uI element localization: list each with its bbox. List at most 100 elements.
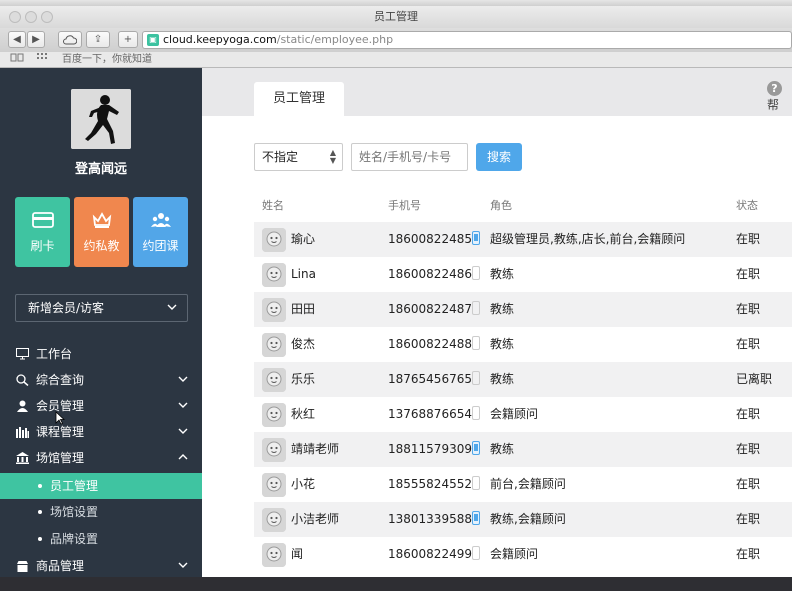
brand-name: 登高闻远 <box>74 162 127 177</box>
employee-status: 在职 <box>736 302 761 316</box>
employee-role: 教练 <box>490 442 515 456</box>
column-header-name: 姓名 <box>262 199 284 212</box>
title-bar: 员工管理 <box>0 6 792 28</box>
employee-phone: 18811579309 <box>388 442 472 456</box>
employee-role: 教练,会籍顾问 <box>490 512 566 526</box>
window-title: 员工管理 <box>374 10 418 23</box>
bookmark-baidu[interactable]: 百度一下，你就知道 <box>62 52 152 68</box>
table-row[interactable]: 田田 18600822487 教练 在职 <box>254 292 792 327</box>
employee-phone: 13801339588 <box>388 512 472 526</box>
column-header-status: 状态 <box>736 199 758 212</box>
employee-phone: 18600822487 <box>388 302 472 316</box>
reading-list-icon[interactable] <box>10 52 24 68</box>
swipe-card-label: 刷卡 <box>30 239 55 253</box>
new-tab-button[interactable]: + <box>118 31 138 48</box>
venue-icon <box>16 452 29 464</box>
avatar <box>262 333 286 357</box>
employee-phone: 18600822485 <box>388 232 472 246</box>
help-link[interactable]: ?帮 <box>767 81 792 113</box>
table-row[interactable]: Lina 18600822486 教练 在职 <box>254 257 792 292</box>
nav-members[interactable]: 会员管理 <box>0 393 202 419</box>
table-row[interactable]: 小花 18555824552 前台,会籍顾问 在职 <box>254 467 792 502</box>
nav-venue[interactable]: 场馆管理 <box>0 445 202 471</box>
employee-role: 会籍顾问 <box>490 547 539 561</box>
nav-products-label: 商品管理 <box>36 559 85 573</box>
table-row[interactable]: 瑜心 18600822485 超级管理员,教练,店长,前台,会籍顾问 在职 <box>254 222 792 257</box>
swipe-card-button[interactable]: 刷卡 <box>15 197 70 267</box>
tab-strip: 员工管理 ?帮 <box>202 68 792 116</box>
phone-icon <box>472 266 480 280</box>
employee-name[interactable]: 小洁老师 <box>291 502 339 537</box>
book-group-button[interactable]: 约团课 <box>133 197 188 267</box>
avatar <box>262 543 286 567</box>
share-button[interactable]: ⇪ <box>86 31 110 48</box>
employee-status: 在职 <box>736 267 761 281</box>
nav-workbench[interactable]: 工作台 <box>0 341 202 367</box>
tab-employee-management[interactable]: 员工管理 <box>254 82 344 116</box>
url-bar[interactable]: ▣ cloud.keepyoga.com/static/employee.php <box>142 31 792 49</box>
employee-role: 教练 <box>490 302 515 316</box>
employee-phone: 18600822488 <box>388 337 472 351</box>
phone-icon <box>472 231 480 245</box>
role-filter-select[interactable]: 不指定 ▲ ▼ <box>254 143 343 171</box>
search-input[interactable]: 姓名/手机号/卡号 <box>351 143 468 171</box>
employee-name[interactable]: 俊杰 <box>291 327 315 362</box>
column-header-phone: 手机号 <box>388 199 421 212</box>
minimize-window-button[interactable] <box>25 11 37 23</box>
employee-name[interactable]: 乐乐 <box>291 362 315 397</box>
table-row[interactable]: 秋红 13768876654 会籍顾问 在职 <box>254 397 792 432</box>
avatar <box>262 403 286 427</box>
table-row[interactable]: 俊杰 18600822488 教练 在职 <box>254 327 792 362</box>
employee-name[interactable]: 小花 <box>291 467 315 502</box>
table-row[interactable]: 乐乐 18765456765 教练 已离职 <box>254 362 792 397</box>
phone-icon <box>472 301 480 315</box>
shop-icon <box>17 561 28 572</box>
chevron-down-icon <box>178 428 188 434</box>
chevron-up-icon <box>178 454 188 460</box>
zoom-window-button[interactable] <box>41 11 53 23</box>
phone-icon <box>472 511 480 525</box>
nav-sub-venue-settings-label: 场馆设置 <box>50 505 99 519</box>
top-sites-icon[interactable] <box>36 52 48 68</box>
role-filter-value: 不指定 <box>262 150 299 164</box>
nav-search[interactable]: 综合查询 <box>0 367 202 393</box>
avatar <box>262 298 286 322</box>
bullet-icon <box>38 484 42 488</box>
nav-sub-venue-settings[interactable]: 场馆设置 <box>0 499 202 525</box>
nav-sub-employees[interactable]: 员工管理 <box>0 473 202 499</box>
nav-products[interactable]: 商品管理 <box>0 553 202 577</box>
forward-button[interactable]: ▶ <box>27 31 45 48</box>
cloud-icon[interactable] <box>58 31 82 48</box>
employee-name[interactable]: 闻 <box>291 537 303 572</box>
employee-phone: 18600822486 <box>388 267 472 281</box>
employee-status: 在职 <box>736 477 761 491</box>
group-icon <box>150 213 171 227</box>
book-private-label: 约私教 <box>83 239 120 253</box>
avatar <box>262 438 286 462</box>
close-window-button[interactable] <box>9 11 21 23</box>
search-button[interactable]: 搜索 <box>476 143 522 171</box>
user-icon <box>17 400 28 412</box>
employee-name[interactable]: 田田 <box>291 292 315 327</box>
bullet-icon <box>38 510 42 514</box>
column-header-role: 角色 <box>490 199 512 212</box>
employee-status: 在职 <box>736 442 761 456</box>
search-icon <box>16 374 29 386</box>
avatar <box>262 228 286 252</box>
nav-sub-brand-settings[interactable]: 品牌设置 <box>0 526 202 552</box>
employee-name[interactable]: 秋红 <box>291 397 315 432</box>
nav-courses[interactable]: 课程管理 <box>0 419 202 445</box>
book-private-button[interactable]: 约私教 <box>74 197 129 267</box>
new-member-dropdown[interactable]: 新增会员/访客 <box>15 294 188 322</box>
employee-name[interactable]: 瑜心 <box>291 222 315 257</box>
back-button[interactable]: ◀ <box>8 31 26 48</box>
table-row[interactable]: 闻 18600822499 会籍顾问 在职 <box>254 537 792 572</box>
table-row[interactable]: 小洁老师 13801339588 教练,会籍顾问 在职 <box>254 502 792 537</box>
avatar <box>262 473 286 497</box>
employee-name[interactable]: 靖靖老师 <box>291 432 339 467</box>
table-row[interactable]: 靖靖老师 18811579309 教练 在职 <box>254 432 792 467</box>
employee-status: 在职 <box>736 512 761 526</box>
phone-icon <box>472 476 480 490</box>
employee-role: 超级管理员,教练,店长,前台,会籍顾问 <box>490 232 686 246</box>
employee-name[interactable]: Lina <box>291 257 316 292</box>
